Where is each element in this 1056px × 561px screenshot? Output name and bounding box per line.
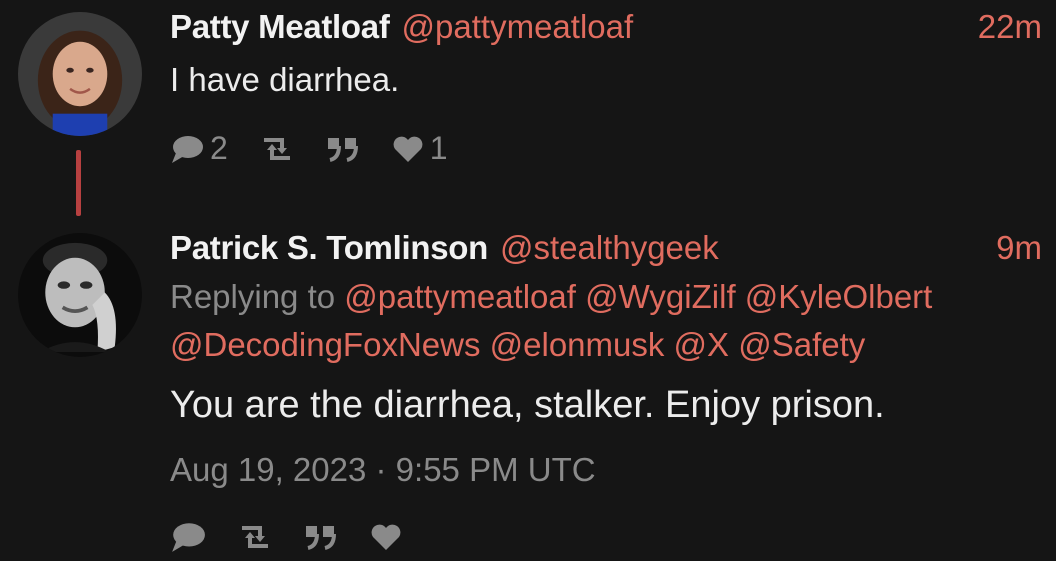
tweet-time[interactable]: 9m (996, 229, 1042, 267)
retweet-button[interactable] (260, 136, 294, 162)
avatar-patrick-tomlinson[interactable] (18, 233, 142, 357)
heart-icon (370, 523, 402, 551)
author-name[interactable]: Patty Meatloaf (170, 8, 390, 45)
mention-link[interactable]: @X (674, 326, 730, 363)
mention-link[interactable]: @KyleOlbert (745, 278, 933, 315)
tweet2-text: You are the diarrhea, stalker. Enjoy pri… (170, 384, 885, 426)
quote-icon (326, 136, 360, 162)
replying-to-line-2: @DecodingFoxNews @elonmusk @X @Safety (170, 326, 1042, 364)
author-handle[interactable]: @pattymeatloaf (402, 8, 634, 45)
mention-link[interactable]: @WygiZilf (585, 278, 736, 315)
comment-icon (170, 133, 204, 165)
like-button[interactable]: 1 (392, 130, 448, 167)
comment-icon (170, 520, 206, 554)
quote-button[interactable] (326, 136, 360, 162)
author-handle[interactable]: @stealthygeek (500, 229, 719, 266)
mention-link[interactable]: @elonmusk (490, 326, 665, 363)
tweet-time[interactable]: 22m (978, 8, 1042, 46)
avatar-patty-meatloaf[interactable] (18, 12, 142, 136)
reply-count: 2 (210, 130, 228, 166)
quote-icon (304, 524, 338, 550)
mention-link[interactable]: @DecodingFoxNews (170, 326, 480, 363)
quote-button[interactable] (304, 524, 338, 550)
tweet1-text: I have diarrhea. (170, 61, 400, 98)
retweet-button[interactable] (238, 524, 272, 550)
thread-connector-line (76, 150, 81, 216)
like-count: 1 (429, 130, 448, 166)
reply-button[interactable]: 2 (170, 130, 228, 167)
author-name[interactable]: Patrick S. Tomlinson (170, 229, 488, 266)
reply-button[interactable] (170, 520, 206, 554)
tweet2-actions (170, 520, 434, 554)
like-button[interactable] (370, 523, 402, 551)
mention-link[interactable]: @pattymeatloaf (344, 278, 576, 315)
heart-icon (392, 135, 424, 163)
mention-link[interactable]: @Safety (738, 326, 865, 363)
replying-to-line-1: Replying to @pattymeatloaf @WygiZilf @Ky… (170, 278, 1042, 316)
retweet-icon (260, 136, 294, 162)
tweet2-timestamp[interactable]: Aug 19, 2023 · 9:55 PM UTC (170, 451, 1042, 489)
tweet1-actions: 2 1 (170, 130, 480, 167)
tweet1-header: Patty Meatloaf @pattymeatloaf 22m (170, 8, 1042, 46)
replying-to-label: Replying to (170, 278, 336, 315)
tweet2-header: Patrick S. Tomlinson @stealthygeek 9m (170, 229, 1042, 267)
retweet-icon (238, 524, 272, 550)
